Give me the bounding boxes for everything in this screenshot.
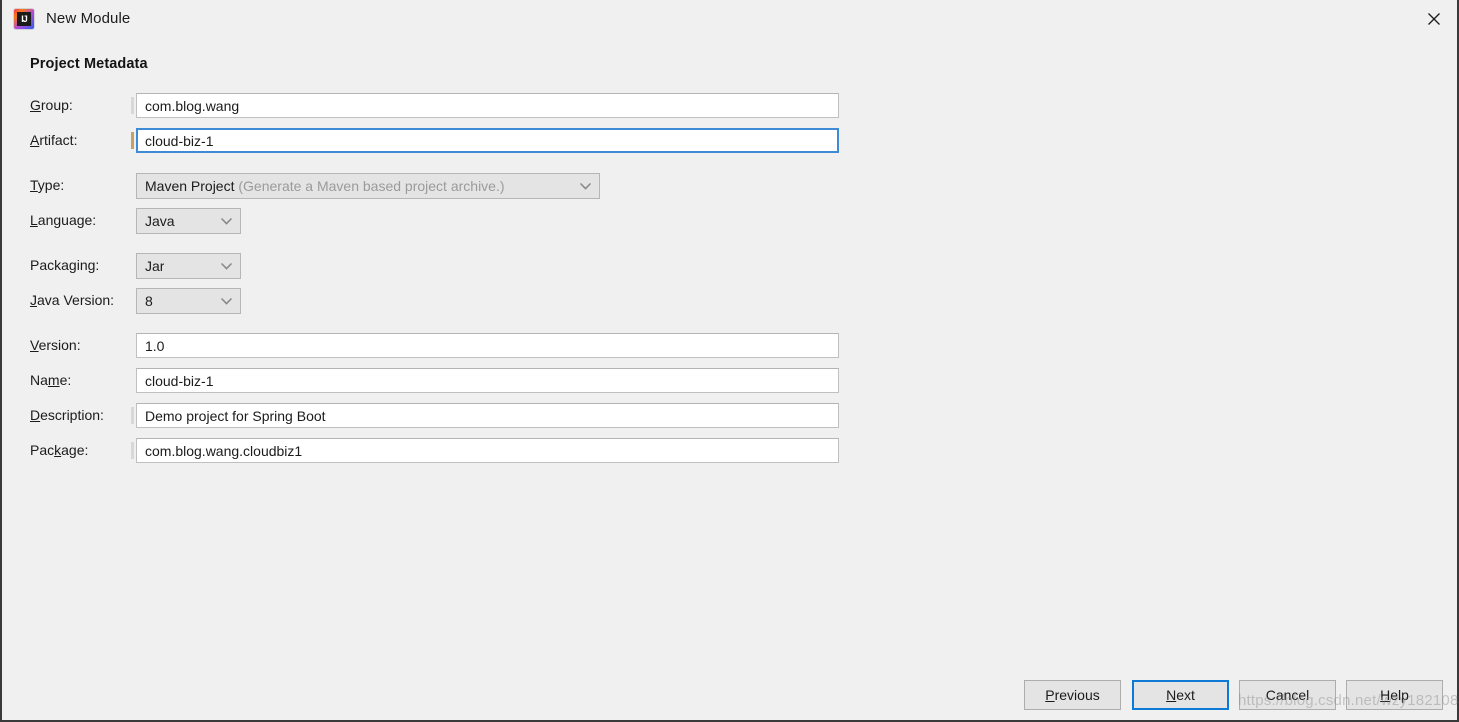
artifact-label: Artifact: [30, 132, 78, 148]
name-label: Name: [30, 372, 72, 388]
next-button[interactable]: Next [1132, 680, 1229, 710]
cancel-button[interactable]: Cancel [1239, 680, 1336, 710]
page-title: Project Metadata [30, 56, 148, 72]
description-label: Description: [30, 407, 104, 423]
java-version-combobox-value: 8 [145, 293, 153, 309]
packaging-combobox-value: Jar [145, 258, 165, 274]
java-version-label: Java Version: [30, 292, 115, 308]
chevron-down-icon [220, 260, 232, 272]
type-combobox[interactable]: Maven Project (Generate a Maven based pr… [136, 173, 600, 199]
language-label: Language: [30, 212, 97, 228]
description-input[interactable] [136, 403, 839, 428]
package-field-marker [131, 442, 134, 459]
new-module-dialog: New Module Project Metadata Group: Artif… [0, 0, 1459, 722]
group-field-marker [131, 97, 134, 114]
packaging-combobox[interactable]: Jar [136, 253, 241, 279]
chevron-down-icon [220, 295, 232, 307]
packaging-label: Packaging: [30, 257, 100, 273]
help-button[interactable]: Help [1346, 680, 1443, 710]
package-label: Package: [30, 442, 89, 458]
intellij-idea-icon [14, 8, 34, 29]
version-input[interactable] [136, 333, 839, 358]
name-input[interactable] [136, 368, 839, 393]
type-combobox-value: Maven Project (Generate a Maven based pr… [145, 178, 505, 194]
artifact-field-marker [131, 132, 134, 149]
previous-button[interactable]: Previous [1024, 680, 1121, 710]
description-field-marker [131, 407, 134, 424]
dialog-button-bar: Previous Next Cancel Help [2, 680, 1457, 710]
title-bar: New Module [2, 0, 1457, 37]
chevron-down-icon [579, 180, 591, 192]
language-combobox-value: Java [145, 213, 175, 229]
window-title: New Module [46, 10, 131, 27]
chevron-down-icon [220, 215, 232, 227]
java-version-combobox[interactable]: 8 [136, 288, 241, 314]
close-icon[interactable] [1411, 0, 1457, 37]
language-combobox[interactable]: Java [136, 208, 241, 234]
group-label: Group: [30, 97, 73, 113]
version-label: Version: [30, 337, 81, 353]
artifact-input[interactable] [136, 128, 839, 153]
type-label: Type: [30, 177, 65, 193]
group-input[interactable] [136, 93, 839, 118]
package-input[interactable] [136, 438, 839, 463]
